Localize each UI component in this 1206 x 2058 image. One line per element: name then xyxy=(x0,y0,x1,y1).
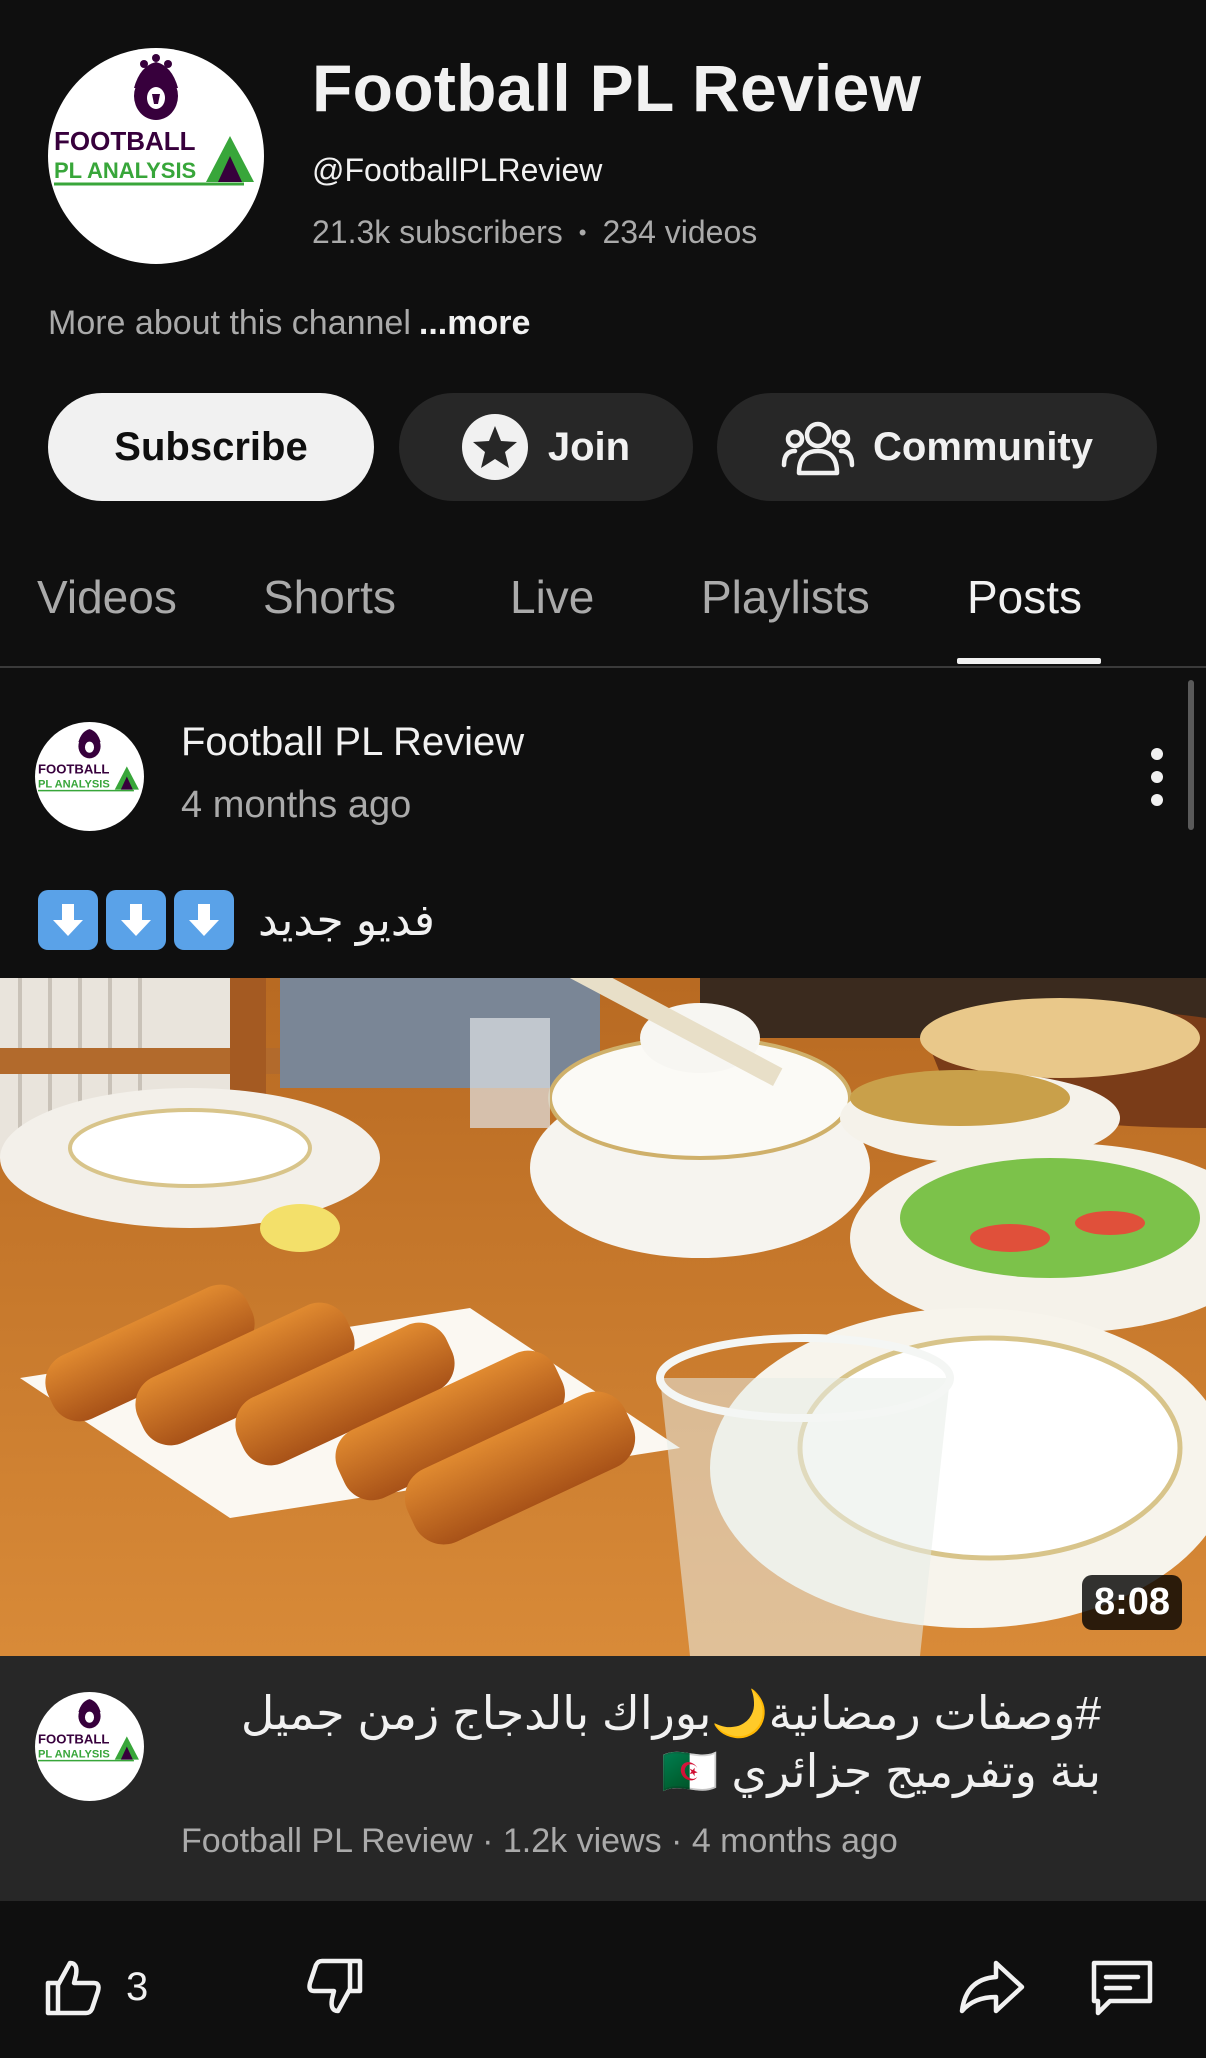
channel-logo: FOOTBALL PL ANALYSIS xyxy=(54,54,254,186)
subscribe-label: Subscribe xyxy=(114,424,308,469)
down-arrow-emoji xyxy=(38,890,98,950)
share-icon xyxy=(959,1960,1025,2014)
stats-separator: • xyxy=(578,219,587,245)
community-button[interactable]: Community xyxy=(717,393,1157,501)
active-tab-indicator xyxy=(957,658,1101,664)
tab-videos[interactable]: Videos xyxy=(37,570,177,624)
like-button[interactable]: 3 xyxy=(40,1955,148,2019)
post-author-avatar[interactable]: FOOTBALL PL ANALYSIS xyxy=(35,722,144,831)
channel-handle: @FootballPLReview xyxy=(312,152,603,188)
channel-logo: FOOTBALL PL ANALYSIS xyxy=(38,729,139,792)
channel-avatar[interactable]: FOOTBALL PL ANALYSIS xyxy=(48,48,264,264)
video-thumbnail[interactable]: 8:08 xyxy=(0,978,1206,1656)
post-text: فديو جديد xyxy=(38,890,435,950)
channel-tabs: Videos Shorts Live Playlists Posts xyxy=(0,540,1206,668)
tab-shorts[interactable]: Shorts xyxy=(263,570,396,624)
thumbs-down-icon xyxy=(307,1958,363,2014)
tab-live[interactable]: Live xyxy=(510,570,594,624)
channel-header: FOOTBALL PL ANALYSIS Football PL Review … xyxy=(0,0,1206,670)
svg-text:FOOTBALL: FOOTBALL xyxy=(38,761,109,776)
post-text-body: فديو جديد xyxy=(258,895,435,945)
dislike-button[interactable] xyxy=(304,1955,368,2019)
like-count: 3 xyxy=(126,1964,149,2009)
video-count: 234 videos xyxy=(602,214,758,250)
svg-text:PL ANALYSIS: PL ANALYSIS xyxy=(38,779,110,791)
scrollbar[interactable] xyxy=(1188,680,1194,830)
thumbs-up-icon xyxy=(45,1960,101,2016)
channel-logo: FOOTBALL PL ANALYSIS xyxy=(38,1699,139,1762)
tab-playlists[interactable]: Playlists xyxy=(701,570,870,624)
people-icon xyxy=(781,421,855,476)
subscriber-count: 21.3k subscribers xyxy=(312,214,563,250)
post-actions: 3 xyxy=(0,1901,1206,2058)
join-label: Join xyxy=(547,424,631,469)
svg-text:FOOTBALL: FOOTBALL xyxy=(54,126,196,156)
video-title[interactable]: #وصفات رمضانية🌙بوراك بالدجاج زمن جميل بن… xyxy=(181,1684,1101,1800)
svg-text:FOOTBALL: FOOTBALL xyxy=(38,1731,109,1746)
community-label: Community xyxy=(873,424,1093,469)
about-text: More about this channel xyxy=(48,304,411,342)
star-icon xyxy=(461,414,528,480)
post-author-name[interactable]: Football PL Review xyxy=(181,720,524,765)
subscribe-button[interactable]: Subscribe xyxy=(48,393,374,501)
svg-text:PL ANALYSIS: PL ANALYSIS xyxy=(54,158,196,183)
video-info-card[interactable]: FOOTBALL PL ANALYSIS #وصفات رمضانية🌙بورا… xyxy=(0,1656,1206,1901)
down-arrow-emoji xyxy=(174,890,234,950)
video-channel-avatar[interactable]: FOOTBALL PL ANALYSIS xyxy=(35,1692,144,1801)
channel-stats: 21.3k subscribers • 234 videos xyxy=(312,214,757,251)
comment-icon xyxy=(1091,1960,1153,2016)
more-vert-icon[interactable] xyxy=(1140,748,1174,806)
svg-text:PL ANALYSIS: PL ANALYSIS xyxy=(38,1749,110,1761)
post-timestamp: 4 months ago xyxy=(181,784,412,826)
join-button[interactable]: Join xyxy=(399,393,693,501)
more-link[interactable]: ...more xyxy=(419,304,530,342)
tab-posts[interactable]: Posts xyxy=(967,570,1082,624)
share-button[interactable] xyxy=(956,1955,1026,2019)
channel-about[interactable]: More about this channel ...more xyxy=(48,304,530,343)
video-meta: Football PL Review · 1.2k views · 4 mont… xyxy=(181,1822,898,1860)
food-table-image xyxy=(0,978,1206,1656)
video-duration: 8:08 xyxy=(1081,1575,1182,1630)
down-arrow-emoji xyxy=(106,890,166,950)
channel-title: Football PL Review xyxy=(312,51,922,125)
comment-button[interactable] xyxy=(1088,1955,1156,2019)
